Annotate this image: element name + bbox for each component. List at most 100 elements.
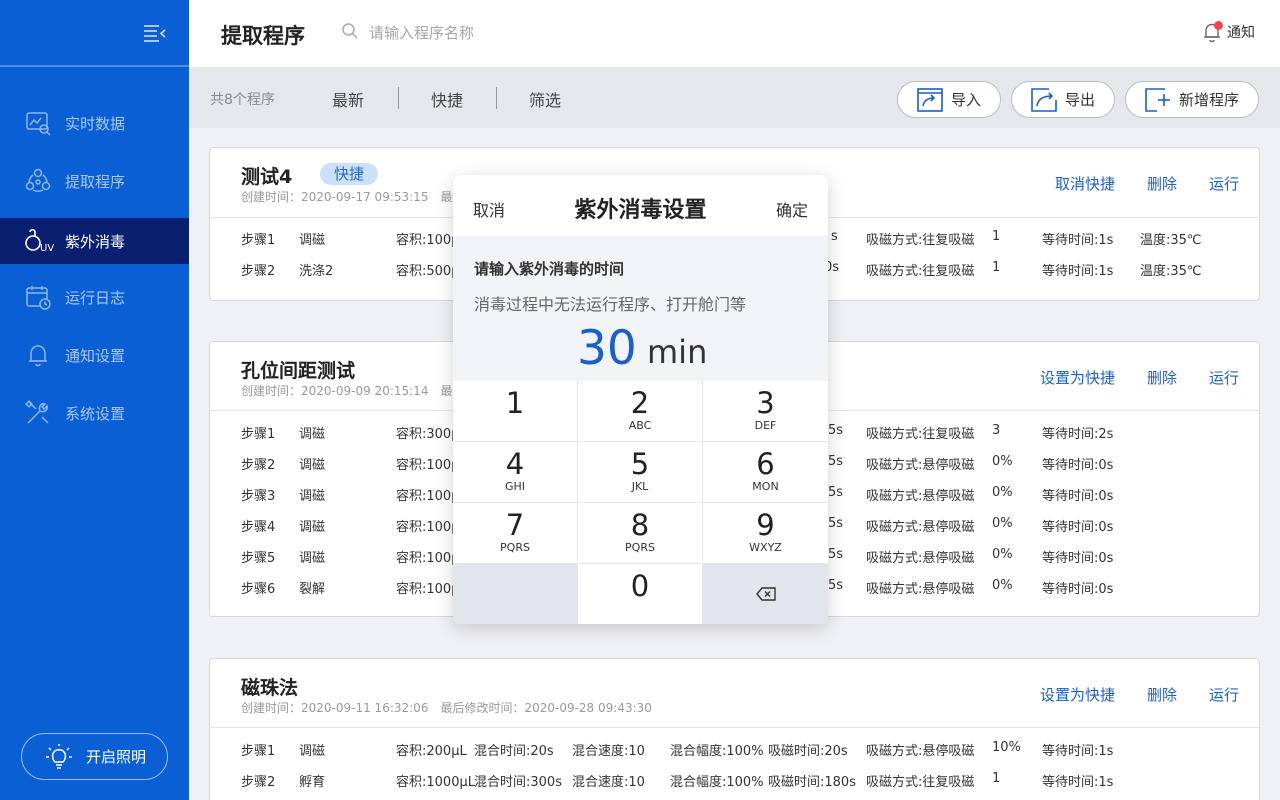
step-index: 步骤4 — [241, 520, 276, 535]
step-index: 步骤2 — [241, 264, 276, 279]
set-shortcut-button[interactable]: 设置为快捷 — [1040, 367, 1115, 388]
step-name: 调磁 — [299, 744, 326, 759]
step-wait: 等待时间:2s — [1042, 427, 1114, 442]
step-volume: 容积:100μ — [396, 582, 460, 597]
step-mag-time: 吸磁时间:20s — [768, 744, 848, 759]
step-mag-mode: 吸磁方式:悬停吸磁 — [866, 458, 975, 473]
add-icon — [1145, 87, 1171, 112]
key-letters: GHI — [504, 480, 526, 493]
notification-button[interactable]: 通知 — [1201, 20, 1255, 44]
delete-button[interactable]: 删除 — [1147, 173, 1177, 194]
filter-latest[interactable]: 最新 — [332, 87, 364, 111]
key-5[interactable]: 5 JKL — [578, 442, 703, 503]
run-button[interactable]: 运行 — [1209, 684, 1239, 705]
step-temp: 温度:35℃ — [1140, 233, 1202, 248]
calendar-clock-icon — [24, 283, 52, 311]
cancel-shortcut-button[interactable]: 取消快捷 — [1055, 173, 1115, 194]
step-mag-value: 10% — [992, 740, 1021, 755]
sidebar-item-extraction-program[interactable]: 提取程序 — [0, 158, 189, 204]
step-mag-value: 3 — [992, 423, 1001, 438]
program-meta: 创建时间：2020-09-09 20:15:14最后 — [241, 382, 476, 399]
delete-button[interactable]: 删除 — [1147, 367, 1177, 388]
step-tail: 5s — [828, 454, 844, 469]
sidebar-item-notification-settings[interactable]: 通知设置 — [0, 332, 189, 378]
step-mag-mode: 吸磁方式:往复吸磁 — [866, 264, 975, 279]
sidebar-item-realtime-data[interactable]: 实时数据 — [0, 100, 189, 146]
key-3[interactable]: 3 DEF — [703, 381, 828, 442]
key-blank — [453, 564, 578, 624]
export-button[interactable]: 导出 — [1011, 81, 1115, 118]
key-6[interactable]: 6 MON — [703, 442, 828, 503]
confirm-button[interactable]: 确定 — [776, 197, 808, 221]
step-wait: 等待时间:0s — [1042, 582, 1114, 597]
step-tail: s — [831, 229, 838, 244]
step-volume: 容积:100μ — [396, 489, 460, 504]
step-name: 孵育 — [299, 775, 326, 790]
toggle-lighting-button[interactable]: 开启照明 — [21, 733, 168, 780]
import-icon — [917, 87, 943, 112]
step-volume: 容积:100μ — [396, 520, 460, 535]
step-mag-mode: 吸磁方式:悬停吸磁 — [866, 744, 975, 759]
key-letters: WXYZ — [749, 541, 782, 554]
created-time: 创建时间：2020-09-11 16:32:06 — [241, 701, 429, 715]
lightbulb-icon — [44, 742, 74, 772]
card-divider — [210, 727, 1259, 728]
key-letters: PQRS — [500, 541, 530, 554]
run-button[interactable]: 运行 — [1209, 367, 1239, 388]
program-title: 孔位间距测试 — [241, 360, 356, 382]
sidebar-item-system-settings[interactable]: 系统设置 — [0, 390, 189, 436]
step-index: 步骤1 — [241, 233, 276, 248]
duration-unit: min — [647, 333, 708, 371]
key-0[interactable]: 0 — [578, 564, 703, 624]
step-name: 调磁 — [299, 458, 326, 473]
export-label: 导出 — [1065, 91, 1096, 109]
sidebar-item-run-log[interactable]: 运行日志 — [0, 274, 189, 320]
delete-button[interactable]: 删除 — [1147, 684, 1177, 705]
step-index: 步骤2 — [241, 775, 276, 790]
page-title: 提取程序 — [221, 24, 305, 48]
step-volume: 容积:200μL — [396, 744, 467, 759]
step-index: 步骤1 — [241, 744, 276, 759]
step-wait: 等待时间:1s — [1042, 233, 1114, 248]
menu-collapse-icon[interactable] — [143, 24, 167, 44]
sidebar-item-label: 运行日志 — [65, 288, 126, 307]
key-9[interactable]: 9 WXYZ — [703, 503, 828, 564]
set-shortcut-button[interactable]: 设置为快捷 — [1040, 684, 1115, 705]
key-2[interactable]: 2 ABC — [578, 381, 703, 442]
step-mag-mode: 吸磁方式:悬停吸磁 — [866, 582, 975, 597]
key-1[interactable]: 1 — [453, 381, 578, 442]
key-4[interactable]: 4 GHI — [453, 442, 578, 503]
export-icon — [1031, 87, 1057, 112]
step-mag-value: 1 — [992, 260, 1001, 275]
duration-value[interactable]: 30 — [577, 324, 637, 374]
step-mag-mode: 吸磁方式:往复吸磁 — [866, 775, 975, 790]
bell-icon — [1201, 20, 1223, 44]
key-8[interactable]: 8 PQRS — [578, 503, 703, 564]
table-row: 步骤2 孵育 容积:1000μL 混合时间:300s 混合速度:10 混合幅度:… — [210, 764, 1259, 795]
sidebar-item-uv-disinfection[interactable]: UV 紫外消毒 — [0, 218, 189, 264]
uv-disinfection-dialog: 取消 紫外消毒设置 确定 请输入紫外消毒的时间 消毒过程中无法运行程序、打开舱门… — [453, 175, 828, 624]
step-mag-mode: 吸磁方式:往复吸磁 — [866, 427, 975, 442]
add-program-label: 新增程序 — [1179, 91, 1240, 109]
key-7[interactable]: 7 PQRS — [453, 503, 578, 564]
toggle-lighting-label: 开启照明 — [86, 748, 147, 766]
backspace-key[interactable] — [703, 564, 828, 624]
search-input[interactable] — [369, 24, 669, 42]
step-wait: 等待时间:0s — [1042, 458, 1114, 473]
step-mix-speed: 混合速度:10 — [572, 775, 645, 790]
add-program-button[interactable]: 新增程序 — [1125, 81, 1259, 118]
program-meta: 创建时间：2020-09-17 09:53:15最后 — [241, 188, 476, 205]
sidebar-item-label: 通知设置 — [65, 346, 126, 365]
program-title: 磁珠法 — [241, 677, 299, 699]
step-volume: 容积:100μ — [396, 233, 460, 248]
filter-screen[interactable]: 筛选 — [529, 87, 561, 111]
step-wait: 等待时间:1s — [1042, 264, 1114, 279]
import-button[interactable]: 导入 — [897, 81, 1001, 118]
step-mag-value: 0% — [992, 485, 1013, 500]
run-button[interactable]: 运行 — [1209, 173, 1239, 194]
monitor-icon — [24, 109, 52, 137]
key-letters: DEF — [754, 419, 777, 432]
sidebar-divider — [0, 65, 189, 67]
filter-shortcut[interactable]: 快捷 — [431, 87, 463, 111]
step-mag-value: 0% — [992, 454, 1013, 469]
